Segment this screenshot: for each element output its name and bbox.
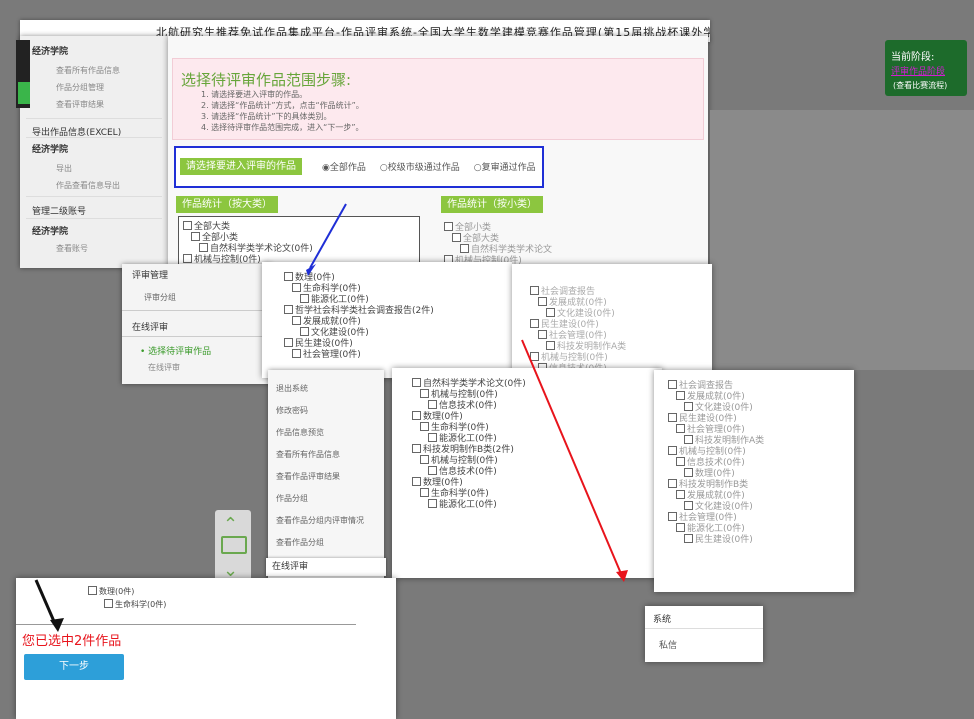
black-arrow-head (50, 618, 64, 632)
red-arrow (521, 339, 623, 577)
red-arrow-head (616, 570, 628, 582)
blue-arrow (309, 203, 347, 269)
arrow-overlay (34, 203, 628, 632)
black-arrow (34, 579, 58, 627)
